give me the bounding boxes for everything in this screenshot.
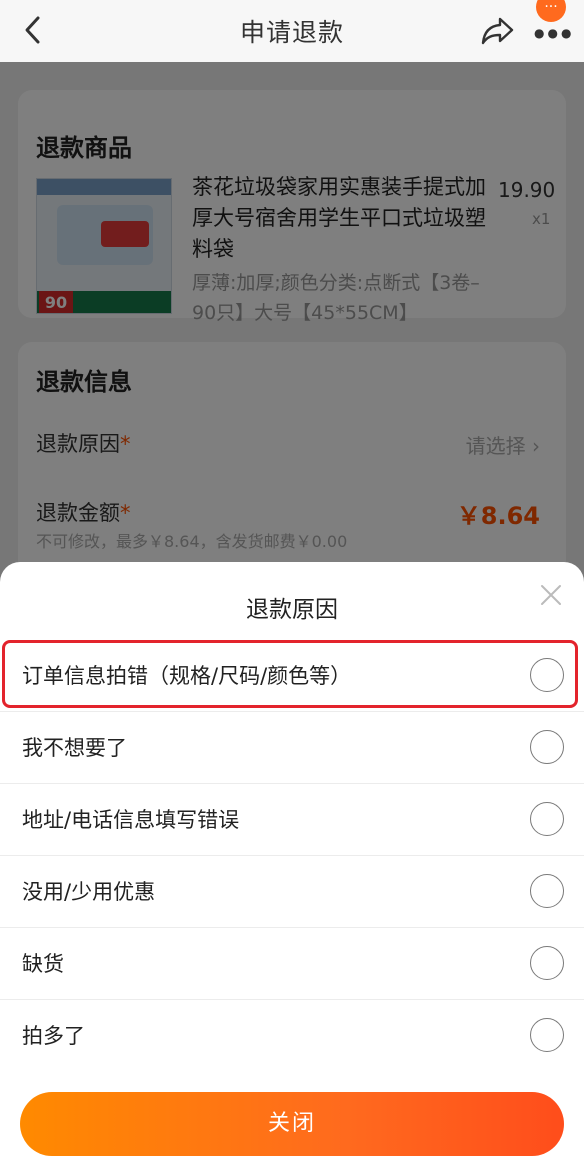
- radio-button[interactable]: [530, 874, 564, 908]
- sheet-title: 退款原因: [246, 597, 338, 623]
- more-dots-icon: ●●●: [534, 26, 575, 40]
- reason-option-4[interactable]: 没用/少用优惠: [0, 856, 584, 928]
- refund-request-screen: 申请退款 ... ●●● 退款商品 90 茶花垃圾袋家用实惠装手提式加厚大号宿舍…: [0, 0, 584, 1156]
- more-menu-button[interactable]: ... ●●●: [530, 0, 571, 40]
- radio-button[interactable]: [530, 802, 564, 836]
- reason-option-6[interactable]: 拍多了: [0, 1000, 584, 1072]
- reason-option-2[interactable]: 我不想要了: [0, 712, 584, 784]
- more-badge: ...: [536, 0, 566, 22]
- reason-option-label: 没用/少用优惠: [22, 880, 156, 904]
- radio-button[interactable]: [530, 1018, 564, 1052]
- share-icon[interactable]: [480, 13, 516, 47]
- reason-option-label: 缺货: [22, 952, 64, 976]
- radio-button[interactable]: [530, 730, 564, 764]
- reason-option-label: 地址/电话信息填写错误: [22, 808, 240, 832]
- radio-button[interactable]: [530, 946, 564, 980]
- reason-option-3[interactable]: 地址/电话信息填写错误: [0, 784, 584, 856]
- close-icon[interactable]: [538, 582, 564, 608]
- nav-bar: 申请退款 ... ●●●: [0, 0, 584, 62]
- close-button[interactable]: 关闭: [20, 1092, 564, 1156]
- highlight-box: [2, 640, 578, 708]
- refund-reason-sheet: 退款原因 订单信息拍错（规格/尺码/颜色等） 我不想要了 地址/电话信息填写错误…: [0, 562, 584, 1156]
- back-arrow-icon[interactable]: [18, 14, 50, 46]
- reason-option-label: 拍多了: [22, 1024, 85, 1048]
- reason-option-5[interactable]: 缺货: [0, 928, 584, 1000]
- page-title: 申请退款: [239, 18, 344, 47]
- reason-option-label: 我不想要了: [22, 736, 127, 760]
